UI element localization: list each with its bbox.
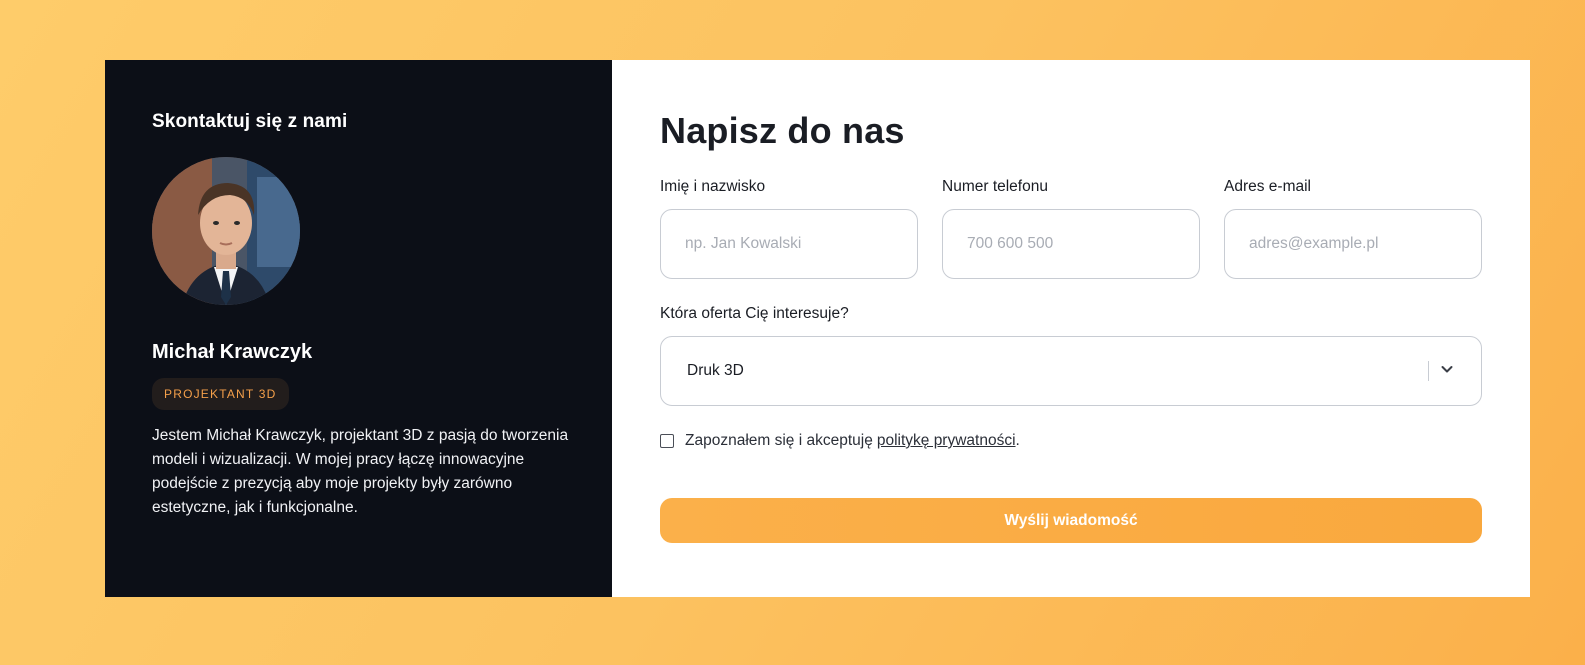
contact-info-panel: Skontaktuj się z nami Michał Krawczyk PR… <box>105 60 612 597</box>
email-label: Adres e-mail <box>1224 178 1311 195</box>
select-divider <box>1428 361 1429 381</box>
offer-selected-value: Druk 3D <box>687 362 744 379</box>
email-input[interactable] <box>1224 209 1482 279</box>
bio-text: Jestem Michał Krawczyk, projektant 3D z … <box>152 427 569 516</box>
privacy-policy-link[interactable]: politykę prywatności <box>877 432 1016 450</box>
consent-row: Zapoznałem się i akceptuję politykę pryw… <box>660 432 1482 450</box>
submit-button[interactable]: Wyślij wiadomość <box>660 498 1482 543</box>
consent-text: Zapoznałem się i akceptuję <box>685 432 873 449</box>
fields-row: Imię i nazwisko Numer telefonu Adres e-m… <box>660 178 1482 279</box>
avatar <box>152 157 300 305</box>
name-input[interactable] <box>660 209 918 279</box>
email-field-group: Adres e-mail <box>1224 178 1482 279</box>
contact-heading: Skontaktuj się z nami <box>152 111 348 132</box>
form-title: Napisz do nas <box>660 110 905 151</box>
phone-field-group: Numer telefonu <box>942 178 1200 279</box>
phone-label: Numer telefonu <box>942 178 1048 195</box>
contact-card: Skontaktuj się z nami Michał Krawczyk PR… <box>105 60 1530 597</box>
contact-form-panel: Napisz do nas Imię i nazwisko Numer tele… <box>612 60 1530 597</box>
consent-suffix: . <box>1015 432 1020 449</box>
role-badge: PROJEKTANT 3D <box>152 378 289 410</box>
person-name: Michał Krawczyk <box>152 341 313 363</box>
name-label: Imię i nazwisko <box>660 178 766 195</box>
offer-select[interactable]: Druk 3D <box>660 336 1482 406</box>
offer-field-group: Która oferta Cię interesuje? Druk 3D <box>660 305 1482 406</box>
phone-input[interactable] <box>942 209 1200 279</box>
name-field-group: Imię i nazwisko <box>660 178 918 279</box>
chevron-down-icon <box>1439 361 1455 382</box>
consent-checkbox[interactable] <box>660 434 674 448</box>
offer-label: Która oferta Cię interesuje? <box>660 305 849 322</box>
